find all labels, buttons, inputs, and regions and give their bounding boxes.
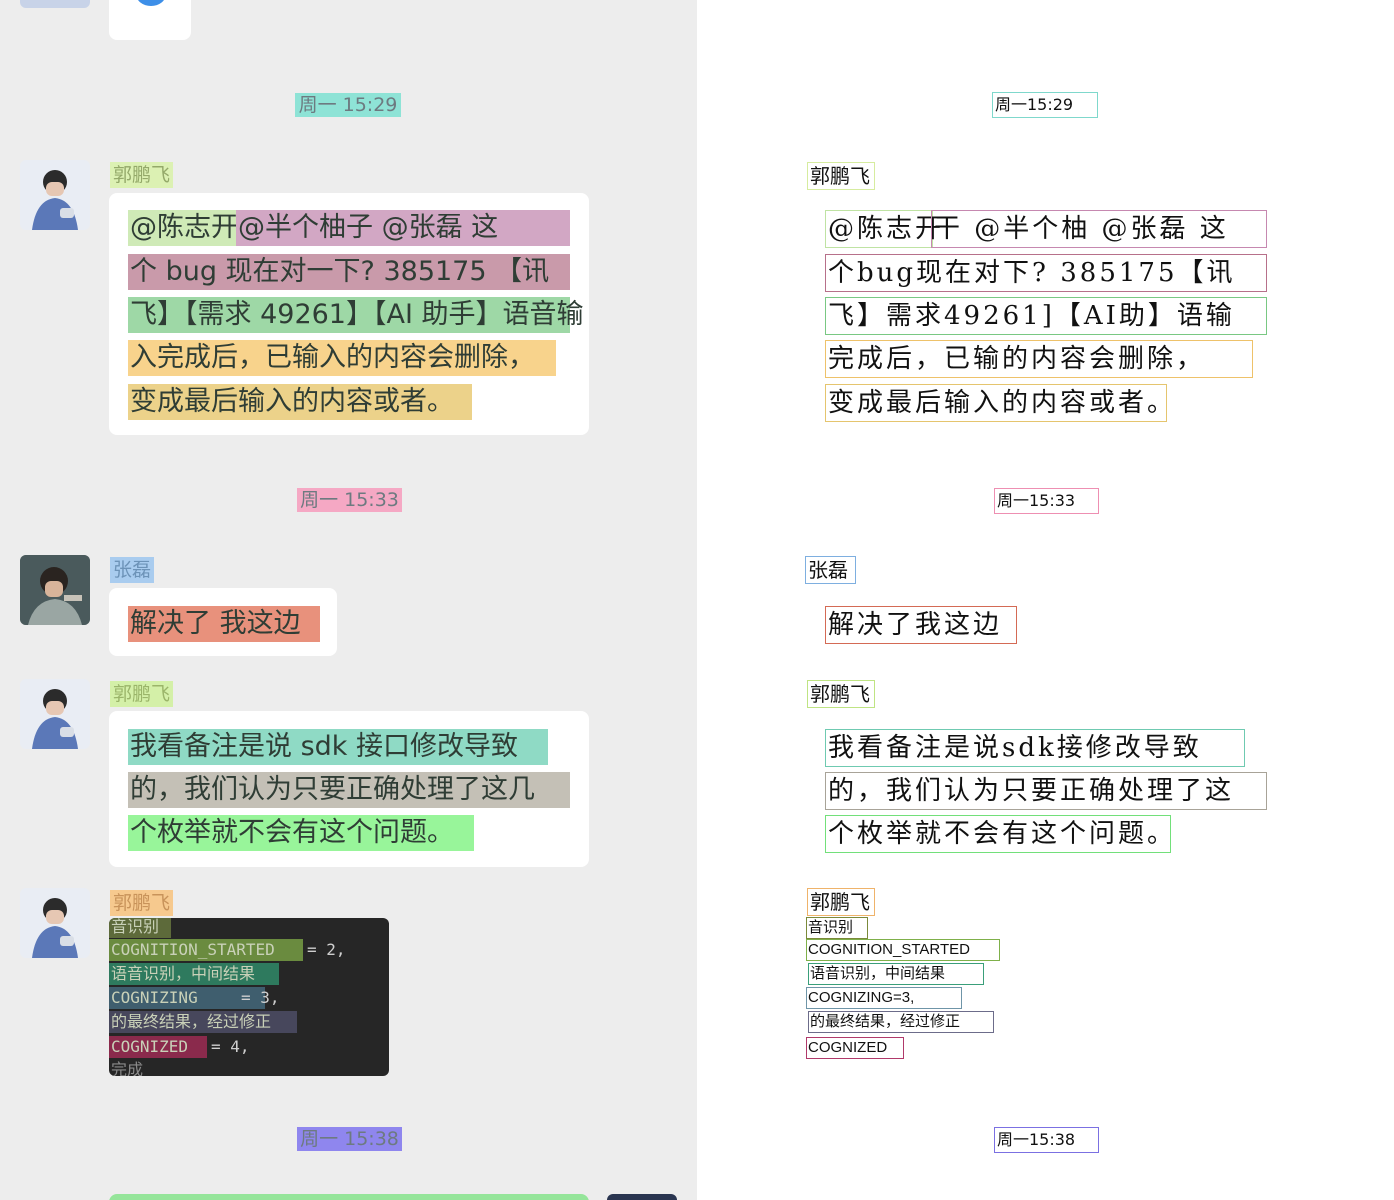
ocr-line: 干 @半个柚 @张磊 这 — [931, 210, 1267, 248]
sticker-bubble[interactable] — [109, 0, 191, 40]
avatar[interactable] — [20, 555, 90, 625]
timestamp: 周一 15:29 — [295, 93, 401, 117]
sticker-icon — [138, 0, 164, 6]
ocr-line: 的，我们认为只要正确处理了这 — [825, 772, 1267, 810]
avatar-image — [20, 555, 90, 625]
avatar-image — [32, 689, 78, 749]
avatar[interactable] — [607, 1194, 677, 1200]
message-line: 的，我们认为只要正确处理了这几 — [128, 772, 570, 808]
avatar[interactable] — [20, 160, 90, 230]
message-line: 个枚举就不会有这个问题。 — [128, 815, 474, 851]
sender-name: 郭鹏飞 — [110, 681, 174, 707]
ocr-timestamp: 周一15:38 — [994, 1127, 1099, 1153]
code-line: 的最终结果，经过修正 — [109, 1011, 297, 1033]
ocr-line: 变成最后输入的内容或者。 — [825, 384, 1173, 422]
ocr-line: 解决了我这边 — [825, 606, 1017, 644]
code-value: = 4, — [211, 1037, 250, 1056]
message-line: 飞】【需求 49261】【AI 助手】语音输 — [128, 297, 584, 333]
ocr-code-line: COGNITION_STARTED — [806, 939, 1000, 961]
message-line: @陈志开 — [128, 210, 238, 246]
sender-name: 郭鹏飞 — [110, 890, 174, 916]
ocr-sender: 张磊 — [805, 556, 856, 584]
message-line: 个 bug 现在对一下? 385175 【讯 — [128, 254, 570, 290]
message-line: 解决了 我这边 — [128, 606, 320, 642]
code-line: COGNITION_STARTED — [109, 939, 303, 961]
message-line: 入完成后，已输入的内容会删除， — [128, 340, 556, 376]
ocr-timestamp: 周一15:29 — [992, 92, 1098, 118]
message-line: 我看备注是说 sdk 接口修改导致 — [128, 729, 548, 765]
ocr-code-line: COGNIZED — [806, 1037, 904, 1059]
avatar-image — [32, 170, 78, 230]
message-bubble[interactable] — [109, 1194, 589, 1200]
code-line: COGNIZED — [109, 1036, 207, 1058]
message-line: 变成最后输入的内容或者。 — [128, 384, 472, 420]
code-value: = 3, — [241, 988, 280, 1007]
avatar-image — [32, 898, 78, 958]
timestamp: 周一 15:33 — [297, 488, 402, 512]
avatar[interactable] — [20, 0, 90, 8]
message-line: @半个柚子 @张磊 这 — [236, 210, 570, 246]
ocr-sender: 郭鹏飞 — [807, 680, 875, 708]
chat-screenshot-panel: 周一 15:29 郭鹏飞 @陈志开 @半个柚子 @张磊 这 个 bug 现在对一… — [0, 0, 697, 1200]
avatar[interactable] — [20, 679, 90, 749]
ocr-timestamp: 周一15:33 — [994, 488, 1099, 514]
ocr-result-panel: 周一15:29 郭鹏飞 @陈志开 干 @半个柚 @张磊 这 个bug现在对下? … — [697, 0, 1394, 1200]
avatar[interactable] — [20, 888, 90, 958]
sender-name: 郭鹏飞 — [110, 162, 174, 188]
ocr-sender: 郭鹏飞 — [807, 162, 875, 190]
code-line: 音识别 — [109, 918, 171, 938]
ocr-sender: 郭鹏飞 — [807, 888, 875, 916]
sender-name: 张磊 — [110, 557, 155, 583]
ocr-code-line: 语音识别，中间结果 — [808, 963, 984, 985]
timestamp: 周一 15:38 — [297, 1127, 402, 1151]
code-value: = 2, — [307, 940, 346, 959]
ocr-code-line: COGNIZING=3, — [806, 987, 962, 1009]
ocr-line: 个枚举就不会有这个问题。 — [825, 815, 1173, 853]
ocr-code-line: 的最终结果，经过修正 — [808, 1011, 994, 1033]
ocr-line: 我看备注是说sdk接修改导致 — [825, 729, 1245, 767]
code-line: 完成 — [111, 1060, 144, 1076]
code-line: 语音识别，中间结果 — [109, 963, 279, 985]
ocr-code-line: 音识别 — [806, 917, 868, 939]
ocr-line: 完成后，已输的内容会删除， — [825, 340, 1253, 378]
ocr-line: @陈志开 — [825, 210, 941, 248]
ocr-line: 飞】需求49261]【AI助】语输 — [825, 297, 1267, 335]
ocr-line: 个bug现在对下? 385175【讯 — [825, 254, 1267, 292]
